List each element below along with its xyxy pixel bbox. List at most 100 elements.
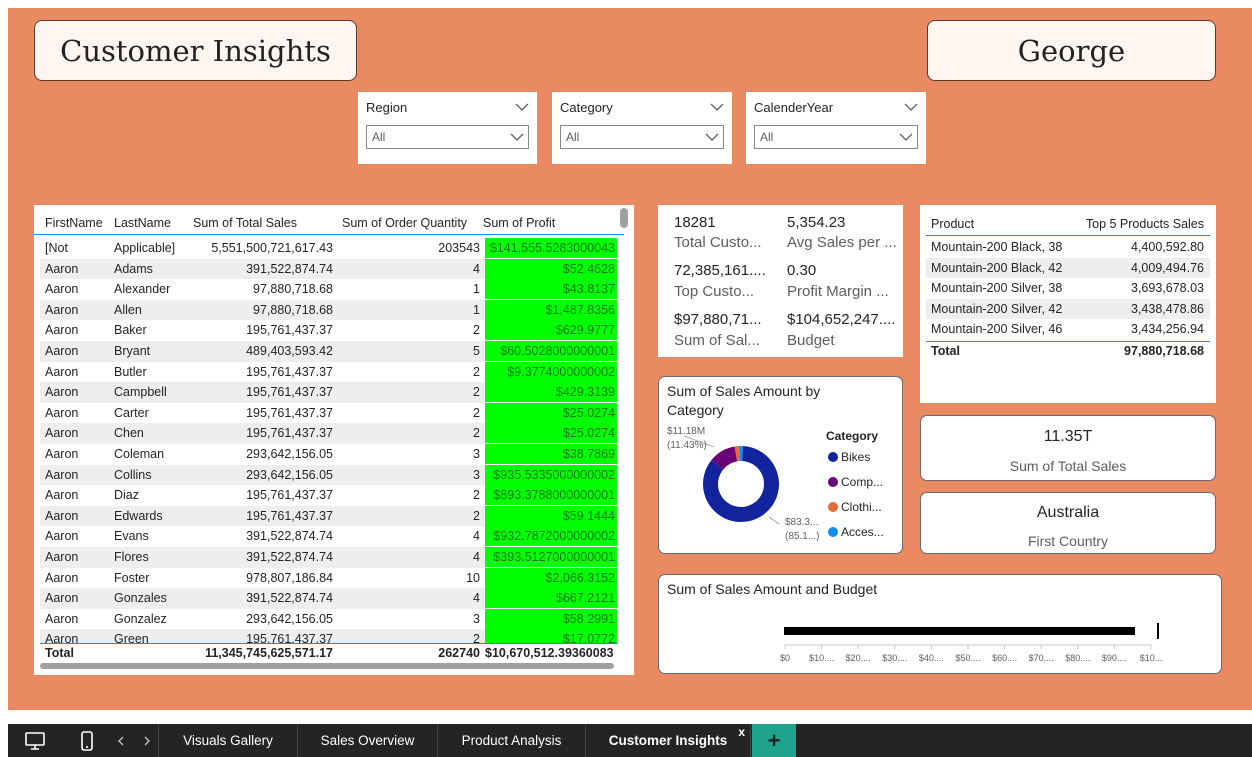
vertical-scrollbar[interactable] bbox=[620, 208, 628, 228]
column-header[interactable]: Sum of Profit bbox=[483, 216, 555, 230]
chevron-down-icon[interactable] bbox=[710, 102, 724, 112]
chevron-down-icon[interactable] bbox=[904, 102, 918, 112]
category-dropdown[interactable]: All bbox=[560, 125, 724, 149]
table-cell: $932.7872000000002 bbox=[485, 526, 617, 547]
table-cell: 391,522,874.74 bbox=[246, 261, 333, 276]
table-cell: $893.3788000000001 bbox=[485, 485, 617, 506]
table-row[interactable]: [Not Applicable] 5,551,500,721,617.43 20354… bbox=[40, 238, 618, 259]
table-row[interactable]: Mountain-200 Black, 38 4,400,592.80 bbox=[926, 237, 1210, 258]
close-tab-icon[interactable]: x bbox=[738, 725, 745, 739]
table-cell: 293,642,156.05 bbox=[246, 611, 333, 626]
column-header[interactable]: Sum of Total Sales bbox=[193, 216, 297, 230]
table-cell: Mountain-200 Silver, 46 bbox=[931, 322, 1063, 336]
next-page-icon[interactable] bbox=[143, 736, 151, 746]
table-row[interactable]: Aaron Diaz 195,761,437.37 2 $893.37880000000… bbox=[40, 485, 618, 506]
tab-sales-overview[interactable]: Sales Overview bbox=[298, 724, 438, 757]
table-row[interactable]: Aaron Evans 391,522,874.74 4 $932.7872000000… bbox=[40, 526, 618, 547]
table-row[interactable]: Aaron Edwards 195,761,437.37 2 $59.1444 bbox=[40, 505, 618, 527]
table-cell: Mountain-200 Black, 38 bbox=[931, 240, 1063, 254]
table-cell: 4 bbox=[473, 529, 480, 544]
legend-item[interactable]: Acces... bbox=[841, 525, 884, 539]
table-cell: Aaron bbox=[45, 570, 79, 585]
table-cell: 195,761,437.37 bbox=[246, 405, 333, 420]
legend-marker[interactable] bbox=[828, 477, 838, 487]
previous-page-icon[interactable] bbox=[117, 736, 125, 746]
total-label: Total bbox=[931, 344, 960, 358]
table-row[interactable]: Aaron Campbell 195,761,437.37 2 $429.3139 bbox=[40, 382, 618, 403]
sales-and-budget-chart[interactable]: Sum of Sales Amount and Budget $0 $10....… bbox=[658, 574, 1222, 674]
table-cell: 10 bbox=[466, 570, 480, 585]
legend-marker[interactable] bbox=[828, 502, 838, 512]
table-row[interactable]: Aaron Collins 293,642,156.05 3 $935.53350000… bbox=[40, 464, 618, 486]
calendar-year-dropdown[interactable]: All bbox=[754, 125, 918, 149]
bullet-chart[interactable]: $0 $10.... $20.... $30.... $40.... $50.... $60… bbox=[659, 575, 1223, 675]
table-row[interactable]: Aaron Allen 97,880,718.68 1 $1,487.8356 bbox=[40, 299, 618, 321]
table-row[interactable]: Aaron Alexander 97,880,718.68 1 $43.8137 bbox=[40, 279, 618, 300]
table-row[interactable]: Aaron Gonzalez 293,642,156.05 3 $58.2991 bbox=[40, 608, 618, 630]
tab-product-analysis[interactable]: Product Analysis bbox=[438, 724, 586, 757]
calendar-year-slicer[interactable]: CalenderYear All bbox=[746, 92, 926, 164]
donut-chart[interactable]: $11.18M (11.43%) $83.3... (85.1...) Cate… bbox=[659, 377, 904, 555]
table-cell: $52.4628 bbox=[485, 258, 617, 279]
table-row[interactable]: Mountain-200 Silver, 38 3,693,678.03 bbox=[926, 278, 1210, 299]
column-header[interactable]: Sum of Order Quantity bbox=[342, 216, 467, 230]
mobile-view-icon[interactable] bbox=[80, 731, 94, 751]
table-row[interactable]: Aaron Bryant 489,403,593.42 5 $60.5028000000… bbox=[40, 341, 618, 362]
table-cell: 3 bbox=[473, 611, 480, 626]
table-cell: 978,807,186.84 bbox=[246, 570, 333, 585]
legend-item[interactable]: Bikes bbox=[841, 450, 870, 464]
table-row[interactable]: Mountain-200 Silver, 46 3,434,256.94 bbox=[926, 319, 1210, 340]
table-row[interactable]: Aaron Butler 195,761,437.37 2 $9.37740000000… bbox=[40, 361, 618, 383]
table-cell: $1,487.8356 bbox=[485, 299, 617, 320]
legend-marker[interactable] bbox=[828, 452, 838, 462]
table-cell: $25.0274 bbox=[485, 423, 617, 444]
table-cell: 3 bbox=[473, 447, 480, 461]
table-cell: 3,434,256.94 bbox=[1131, 322, 1204, 336]
table-cell: Aaron bbox=[45, 344, 79, 358]
table-row[interactable]: Mountain-200 Silver, 42 3,438,478.86 bbox=[926, 298, 1210, 319]
table-row[interactable]: Aaron Coleman 293,642,156.05 3 $38.7869 bbox=[40, 444, 618, 465]
table-cell: Aaron bbox=[45, 591, 79, 606]
customer-table[interactable]: FirstName LastName Sum of Total Sales Su… bbox=[34, 205, 634, 675]
column-header[interactable]: FirstName bbox=[45, 216, 103, 230]
table-row[interactable]: Aaron Carter 195,761,437.37 2 $25.0274 bbox=[40, 402, 618, 424]
region-dropdown[interactable]: All bbox=[366, 125, 529, 149]
category-slicer[interactable]: Category All bbox=[552, 92, 732, 164]
kpi-value: 0.30 bbox=[787, 262, 817, 279]
top-products-table[interactable]: Product Top 5 Products Sales Mountain-20… bbox=[920, 205, 1216, 403]
table-row[interactable]: Aaron Adams 391,522,874.74 4 $52.4628 bbox=[40, 258, 618, 280]
desktop-view-icon[interactable] bbox=[25, 732, 45, 750]
sales-by-category-chart[interactable]: Sum of Sales Amount by Category $11.18M … bbox=[658, 376, 903, 554]
table-cell: Aaron bbox=[45, 426, 79, 441]
chevron-down-icon[interactable] bbox=[515, 102, 529, 112]
table-cell: Aaron bbox=[45, 302, 79, 317]
region-slicer[interactable]: Region All bbox=[358, 92, 537, 164]
table-row[interactable]: Aaron Flores 391,522,874.74 4 $393.512700000… bbox=[40, 547, 618, 568]
table-row[interactable]: Aaron Chen 195,761,437.37 2 $25.0274 bbox=[40, 423, 618, 444]
table-cell: [Not bbox=[45, 241, 68, 255]
add-page-button[interactable]: + bbox=[752, 724, 796, 757]
table-row[interactable]: Aaron Gonzales 391,522,874.74 4 $667.2121 bbox=[40, 588, 618, 609]
table-row[interactable]: Aaron Foster 978,807,186.84 10 $2,066.3152 bbox=[40, 567, 618, 589]
axis-tick-label: $10.... bbox=[809, 653, 834, 663]
category-slicer-label: Category bbox=[560, 99, 613, 115]
column-header[interactable]: Product bbox=[931, 217, 974, 231]
legend-marker[interactable] bbox=[828, 527, 838, 537]
horizontal-scrollbar[interactable] bbox=[40, 663, 614, 669]
region-slicer-label: Region bbox=[366, 99, 408, 115]
legend-item[interactable]: Clothi... bbox=[841, 500, 882, 514]
tab-visuals-gallery[interactable]: Visuals Gallery bbox=[158, 724, 298, 757]
card-label: Sum of Total Sales bbox=[1009, 458, 1127, 474]
column-header[interactable]: LastName bbox=[114, 216, 171, 230]
kpi-label: Avg Sales per ... bbox=[787, 234, 897, 251]
legend-item[interactable]: Comp... bbox=[841, 475, 883, 489]
column-header[interactable]: Top 5 Products Sales bbox=[1086, 217, 1204, 231]
data-label: (85.1...) bbox=[785, 531, 819, 542]
table-cell: $9.3774000000002 bbox=[485, 361, 617, 382]
budget-marker bbox=[1157, 623, 1159, 639]
tab-customer-insights[interactable]: Customer Insights x bbox=[586, 724, 751, 757]
table-row[interactable]: Mountain-200 Black, 42 4,009,494.76 bbox=[926, 257, 1210, 278]
table-row[interactable]: Aaron Baker 195,761,437.37 2 $629.9777 bbox=[40, 320, 618, 341]
table-cell: 2 bbox=[473, 426, 480, 441]
table-cell: $935.5335000000002 bbox=[485, 464, 617, 485]
